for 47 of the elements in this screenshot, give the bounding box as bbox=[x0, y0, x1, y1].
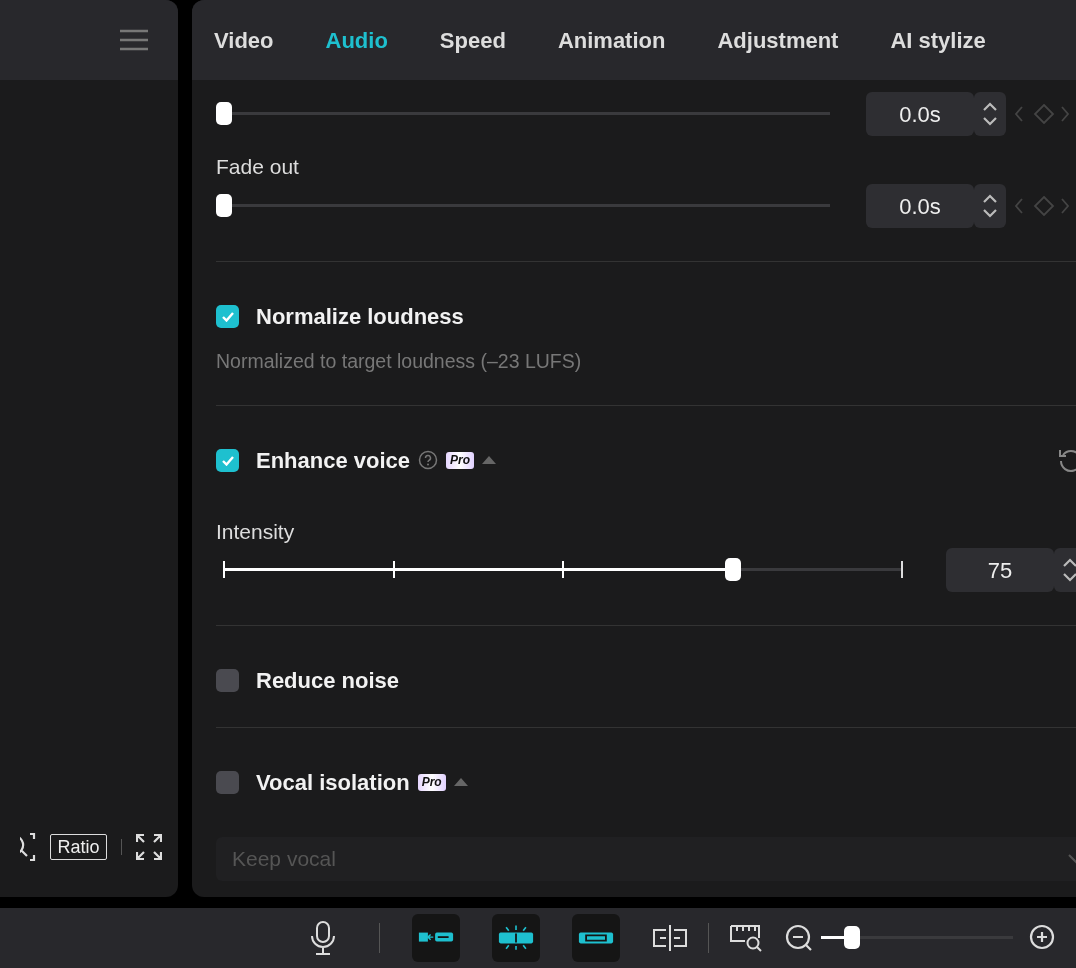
slider-label: Intensity bbox=[216, 520, 296, 544]
section-title: Vocal isolation bbox=[256, 768, 410, 797]
check-icon bbox=[220, 454, 235, 466]
track-tool-icon bbox=[578, 931, 614, 945]
value-field[interactable]: 0.0s bbox=[866, 184, 974, 228]
menu-icon[interactable] bbox=[120, 29, 148, 51]
tab[interactable]: Audio bbox=[325, 23, 388, 57]
split-icon[interactable] bbox=[652, 925, 688, 951]
track-tool-icon bbox=[418, 931, 454, 945]
ratio-button[interactable]: Ratio bbox=[50, 834, 107, 860]
toolbar-toggle-button[interactable] bbox=[572, 914, 620, 962]
microphone-icon[interactable] bbox=[311, 921, 335, 955]
section-title: Enhance voice bbox=[256, 446, 411, 475]
tab[interactable]: AI stylize bbox=[890, 23, 986, 57]
slider-thumb[interactable] bbox=[216, 102, 232, 125]
section-title: Normalize loudness bbox=[256, 302, 464, 331]
stepper-icon[interactable] bbox=[974, 184, 1006, 228]
ruler-search-icon[interactable] bbox=[729, 923, 763, 953]
slider-label: Fade out bbox=[216, 154, 300, 180]
pro-label: Pro bbox=[417, 773, 446, 791]
checkbox[interactable] bbox=[216, 304, 239, 328]
check-icon bbox=[220, 310, 235, 322]
toolbar-toggle-button[interactable] bbox=[412, 914, 460, 962]
pro-label: Pro bbox=[446, 451, 475, 469]
track-tool-icon bbox=[498, 924, 534, 952]
checkbox[interactable] bbox=[216, 668, 239, 692]
toolbar-toggle-button[interactable] bbox=[492, 914, 540, 962]
zoom-icon[interactable] bbox=[20, 833, 36, 861]
zoom-in-icon[interactable] bbox=[1029, 924, 1057, 952]
fullscreen-icon[interactable] bbox=[136, 834, 162, 860]
value-field[interactable]: 0.0s bbox=[866, 92, 974, 136]
slider-thumb[interactable] bbox=[216, 194, 232, 217]
zoom-slider-thumb[interactable] bbox=[843, 926, 860, 949]
slider-thumb[interactable] bbox=[724, 558, 741, 581]
caret-icon[interactable] bbox=[453, 778, 468, 786]
checkbox[interactable] bbox=[216, 448, 239, 472]
tab[interactable]: Video bbox=[214, 23, 274, 57]
stepper-icon[interactable] bbox=[974, 92, 1006, 136]
tab[interactable]: Adjustment bbox=[717, 23, 839, 57]
help-icon[interactable] bbox=[418, 450, 439, 470]
checkbox[interactable] bbox=[216, 770, 239, 794]
tab[interactable]: Speed bbox=[439, 23, 506, 57]
caret-icon[interactable] bbox=[482, 456, 497, 464]
tab[interactable]: Animation bbox=[557, 23, 666, 57]
section-title: Reduce noise bbox=[256, 666, 400, 695]
description-text: Normalized to target loudness (–23 LUFS) bbox=[216, 350, 583, 372]
zoom-out-icon[interactable] bbox=[785, 924, 813, 952]
